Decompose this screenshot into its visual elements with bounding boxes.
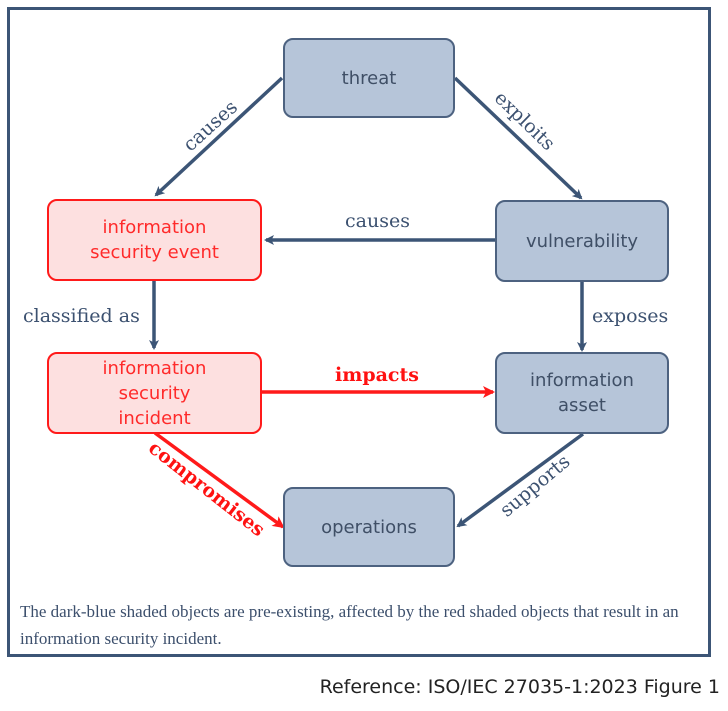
node-information-security-event: information security event (47, 199, 262, 281)
reference-caption: Reference: ISO/IEC 27035-1:2023 Figure 1 (319, 676, 720, 698)
label-event-classified-as-incident: classified as (23, 305, 140, 327)
node-vulnerability-label: vulnerability (525, 230, 639, 252)
label-vulnerability-exposes-asset: exposes (592, 305, 669, 327)
node-threat: threat (283, 38, 455, 118)
node-event-label: information security event (90, 217, 219, 263)
node-vulnerability: vulnerability (495, 200, 669, 282)
label-vulnerability-causes-event: causes (345, 210, 410, 232)
node-information-asset: information asset (495, 352, 669, 434)
node-operations: operations (283, 487, 455, 567)
arrow-threat-exploits-vulnerability (453, 76, 583, 200)
legend-note: The dark-blue shaded objects are pre-exi… (20, 602, 679, 648)
node-operations-label: operations (321, 516, 417, 538)
node-incident-label: information security incident (102, 357, 207, 429)
arrow-threat-causes-event (154, 76, 284, 197)
label-incident-impacts-asset: impacts (335, 364, 419, 386)
node-information-security-incident: information security incident (47, 352, 262, 434)
node-threat-label: threat (341, 67, 397, 89)
node-asset-label: information asset (530, 370, 634, 416)
